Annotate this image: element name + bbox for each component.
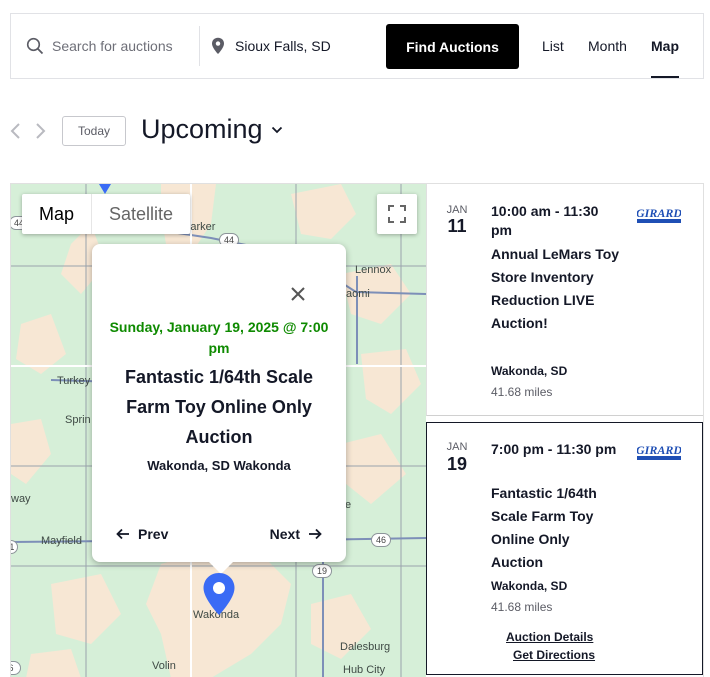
popup-date: Sunday, January 19, 2025 @ 7:00 pm <box>109 319 329 356</box>
place-naomi: aomi <box>346 288 370 300</box>
popup-title: Fantastic 1/64th Scale Farm Toy Online O… <box>124 367 314 447</box>
map-type-control: Map Satellite <box>22 194 191 234</box>
chevron-right-icon <box>36 123 46 139</box>
map-marker-icon[interactable] <box>91 183 119 196</box>
arrow-right-icon <box>309 528 322 540</box>
route-shield-46: 46 <box>371 533 391 547</box>
info-popup: Sunday, January 19, 2025 @ 7:00 pm Fanta… <box>92 244 346 574</box>
search-placeholder: Search for auctions <box>52 38 173 54</box>
location-value: Sioux Falls, SD <box>235 38 331 54</box>
event-day: 19 <box>446 454 468 474</box>
tab-map[interactable]: Map <box>651 14 679 78</box>
next-period-button[interactable] <box>34 121 48 141</box>
place-hub-city: Hub City <box>343 664 386 676</box>
event-month: JAN <box>446 441 468 453</box>
event-card[interactable]: JAN 11 10:00 am - 11:30 pm Annual LeMars… <box>426 184 703 416</box>
place-turkey: Turkey <box>57 375 91 387</box>
previous-period-button[interactable] <box>8 121 22 141</box>
search-input[interactable]: Search for auctions <box>11 14 199 78</box>
chevron-left-icon <box>10 123 20 139</box>
event-day: 11 <box>447 216 467 236</box>
map-pin-icon[interactable] <box>202 572 236 616</box>
tab-list[interactable]: List <box>542 14 564 78</box>
event-location: Wakonda, SD <box>491 579 568 593</box>
place-lennox: Lennox <box>355 264 392 276</box>
event-distance: 41.68 miles <box>491 385 553 399</box>
close-icon[interactable] <box>288 284 308 304</box>
fullscreen-button[interactable] <box>377 194 417 234</box>
place-volin: Volin <box>152 660 176 672</box>
route-shield-19: 19 <box>312 564 332 578</box>
place-spring: Sprin <box>65 414 91 426</box>
get-directions-link[interactable]: Get Directions <box>513 648 595 662</box>
logo-text: GIRARD <box>637 206 681 220</box>
logo-text: GIRARD <box>637 443 681 457</box>
map-view[interactable]: Parker Lennox aomi Turkey Sprin way Mayf… <box>10 183 426 677</box>
event-month: JAN <box>446 204 468 216</box>
location-input[interactable]: Sioux Falls, SD <box>211 14 381 78</box>
event-list: JAN 11 10:00 am - 11:30 pm Annual LeMars… <box>426 183 704 677</box>
tab-month[interactable]: Month <box>588 14 627 78</box>
search-bar: Search for auctions Sioux Falls, SD Find… <box>10 13 704 79</box>
event-title[interactable]: Fantastic 1/64th Scale Farm Toy Online O… <box>491 482 621 574</box>
map-type-map-button[interactable]: Map <box>22 194 91 234</box>
place-dalesburg: Dalesburg <box>340 641 391 653</box>
fullscreen-icon <box>388 205 406 223</box>
place-way: way <box>11 493 31 505</box>
event-distance: 41.68 miles <box>491 600 553 614</box>
period-selector[interactable]: Upcoming <box>141 114 283 145</box>
place-mayfield: Mayfield <box>41 535 82 547</box>
search-icon <box>26 37 44 55</box>
popup-next-button[interactable]: Next <box>270 526 322 542</box>
today-button[interactable]: Today <box>62 116 126 146</box>
map-type-satellite-button[interactable]: Satellite <box>91 194 190 234</box>
event-card-selected[interactable]: JAN 19 7:00 pm - 11:30 pm Fantastic 1/64… <box>426 422 703 675</box>
event-location: Wakonda, SD <box>491 364 568 378</box>
auctioneer-logo: GIRARD <box>637 206 681 223</box>
popup-location: Wakonda, SD Wakonda <box>147 458 291 473</box>
popup-prev-button[interactable]: Prev <box>116 526 168 542</box>
location-pin-icon <box>212 37 224 54</box>
auctioneer-logo: GIRARD <box>637 443 681 460</box>
event-time: 10:00 am - 11:30 pm <box>491 203 599 238</box>
search-divider <box>199 26 200 66</box>
chevron-down-icon <box>271 126 282 133</box>
period-title: Upcoming <box>141 114 263 144</box>
popup-prev-label: Prev <box>138 526 169 542</box>
event-title[interactable]: Annual LeMars Toy Store Inventory Reduct… <box>491 243 621 335</box>
popup-next-label: Next <box>269 526 300 542</box>
auction-details-link[interactable]: Auction Details <box>506 630 593 644</box>
find-auctions-button[interactable]: Find Auctions <box>386 24 519 69</box>
event-time: 7:00 pm - 11:30 pm <box>491 441 617 457</box>
arrow-left-icon <box>116 528 129 540</box>
